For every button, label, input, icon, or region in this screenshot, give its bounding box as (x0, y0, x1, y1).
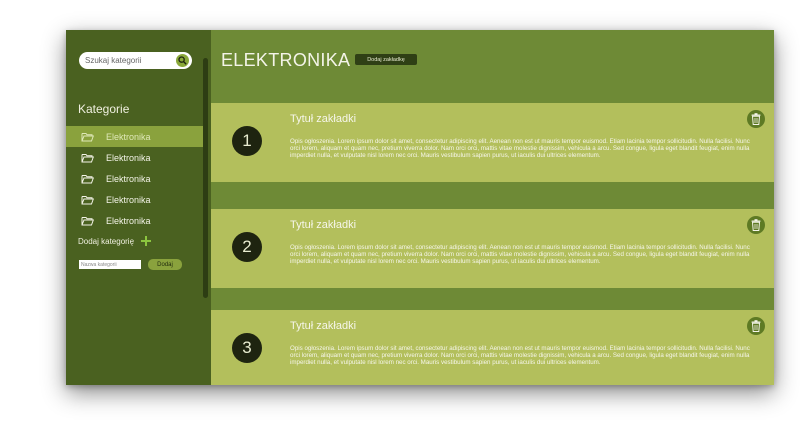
category-label: Elektronika (106, 194, 151, 205)
tab-card: 2 Tytuł zakładki Opis ogłoszenia. Lorem … (211, 209, 774, 288)
card-title: Tytuł zakładki (290, 113, 357, 125)
add-category-row[interactable]: Dodaj kategorię (78, 236, 152, 246)
card-description: Opis ogłoszenia. Lorem ipsum dolor sit a… (290, 244, 750, 265)
search-input[interactable] (85, 53, 173, 67)
sidebar-scrollbar[interactable] (203, 58, 208, 298)
trash-icon (751, 113, 761, 125)
add-category-button[interactable]: Dodaj (148, 259, 182, 270)
delete-button[interactable] (747, 317, 765, 335)
category-item[interactable]: Elektronika (66, 168, 203, 189)
category-list: Elektronika Elektronika Elektronika Elek… (66, 126, 203, 231)
card-number-badge: 2 (232, 232, 262, 262)
folder-icon (81, 153, 94, 162)
folder-icon (81, 195, 94, 204)
category-label: Elektronika (106, 152, 151, 163)
tab-card: 1 Tytuł zakładki Opis ogłoszenia. Lorem … (211, 103, 774, 182)
category-item[interactable]: Elektronika (66, 210, 203, 231)
category-label: Elektronika (106, 215, 151, 226)
card-number-badge: 3 (232, 333, 262, 363)
search-bar (79, 52, 192, 69)
category-item[interactable]: Elektronika (66, 126, 203, 147)
trash-icon (751, 219, 761, 231)
add-tab-button[interactable]: Dodaj zakładkę (355, 54, 417, 65)
new-category-input[interactable] (79, 260, 141, 269)
card-title: Tytuł zakładki (290, 219, 357, 231)
delete-button[interactable] (747, 110, 765, 128)
folder-icon (81, 216, 94, 225)
trash-icon (751, 320, 761, 332)
tab-card: 3 Tytuł zakładki Opis ogłoszenia. Lorem … (211, 310, 774, 385)
category-item[interactable]: Elektronika (66, 147, 203, 168)
app-window: Kategorie Elektronika Elektronika Elektr… (66, 30, 774, 385)
delete-button[interactable] (747, 216, 765, 234)
search-icon (178, 56, 187, 65)
card-title: Tytuł zakładki (290, 320, 357, 332)
category-item[interactable]: Elektronika (66, 189, 203, 210)
folder-icon (81, 132, 94, 141)
card-number-badge: 1 (232, 126, 262, 156)
category-label: Elektronika (106, 173, 151, 184)
category-label: Elektronika (106, 131, 151, 142)
card-description: Opis ogłoszenia. Lorem ipsum dolor sit a… (290, 138, 750, 159)
plus-icon[interactable] (141, 236, 152, 246)
search-button[interactable] (176, 54, 189, 67)
add-category-label: Dodaj kategorię (78, 236, 135, 246)
page-title: ELEKTRONIKA (221, 50, 351, 70)
sidebar: Kategorie Elektronika Elektronika Elektr… (66, 30, 211, 385)
card-description: Opis ogłoszenia. Lorem ipsum dolor sit a… (290, 345, 750, 366)
categories-heading: Kategorie (78, 102, 130, 116)
folder-icon (81, 174, 94, 183)
